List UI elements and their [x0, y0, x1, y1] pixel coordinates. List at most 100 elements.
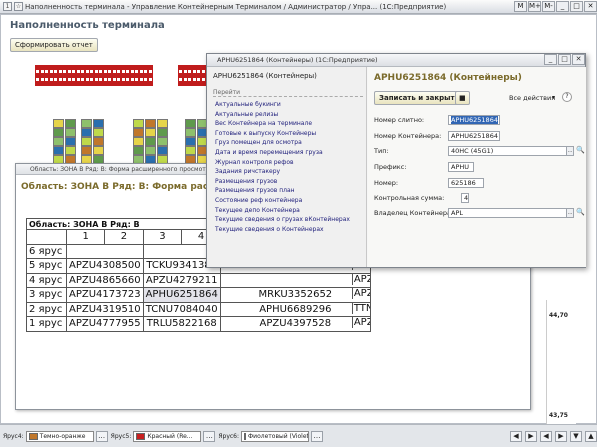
nav-link[interactable]: Текущее депо Контейнера — [215, 207, 300, 214]
chevron-down-icon[interactable]: ▼ — [570, 430, 582, 442]
slot-cell — [53, 137, 64, 146]
legend-prefix: Ярус5: — [110, 432, 132, 440]
slot-cell — [133, 128, 144, 137]
right-values-column: 44,70 43,75 — [546, 300, 576, 425]
nav-link[interactable]: Состояние реф контейнера — [215, 197, 302, 204]
minimize-button[interactable]: _ — [556, 1, 569, 12]
field-label: Номер Контейнера: — [374, 132, 442, 140]
container-cell[interactable]: TTN — [351, 302, 369, 314]
container-cell[interactable]: APHU6251864 — [142, 287, 221, 303]
color-select[interactable]: Красный (Re... — [133, 430, 202, 442]
slot-cell — [65, 119, 76, 128]
select-button[interactable]: … — [311, 430, 324, 442]
field-input[interactable]: 40HC (45G1) — [448, 146, 574, 156]
slot-cell — [65, 128, 76, 137]
field-input[interactable]: APHU6251864 — [448, 115, 500, 125]
close-button[interactable]: ✕ — [584, 1, 597, 12]
close-button[interactable]: ✕ — [572, 54, 585, 65]
select-button[interactable]: ... — [566, 146, 574, 156]
select-button[interactable]: ... — [566, 208, 574, 218]
column-header: 2 — [104, 229, 144, 245]
nav-link[interactable]: Текущие сведения о грузах вКонтейнерах — [215, 216, 350, 223]
memory-minus-button[interactable]: M- — [542, 1, 555, 12]
generate-report-button[interactable]: Сформировать отчет — [10, 38, 98, 52]
star-icon[interactable]: ☆ — [14, 2, 23, 11]
chevron-down-icon[interactable]: ▾ — [552, 94, 555, 101]
search-icon[interactable]: 🔍 — [576, 146, 585, 154]
field-input[interactable]: APHU6251864 — [448, 131, 500, 141]
container-cell[interactable]: TCNU7084040 — [142, 301, 221, 317]
save-icon[interactable]: ■ — [455, 91, 470, 105]
container-cell[interactable]: APZU4308500 — [66, 258, 144, 274]
memory-plus-button[interactable]: M+ — [528, 1, 541, 12]
chevron-right-icon[interactable]: ▶ — [555, 430, 567, 442]
memory-button[interactable]: M — [514, 1, 527, 12]
container-cell[interactable]: APZU4319510 — [66, 301, 144, 317]
chevron-up-icon[interactable]: ▲ — [585, 430, 597, 442]
legend-item: Ярус4: Темно-оранже … — [3, 430, 108, 442]
nav-link[interactable]: Дата и время перемещения груза — [215, 149, 323, 156]
nav-link[interactable]: Журнал контроля рефов — [215, 159, 294, 166]
container-cell[interactable]: APZ — [351, 317, 369, 328]
nav-link[interactable]: Груз помещен для осмотра — [215, 139, 302, 146]
page-title: Наполненность терминала — [10, 20, 165, 31]
slot-cell — [185, 128, 196, 137]
container-cell[interactable]: APZU4279211 — [142, 272, 221, 288]
slot-cell — [65, 146, 76, 155]
container-window[interactable]: APHU6251864 (Контейнеры) (1С:Предприятие… — [206, 53, 586, 268]
nav-link[interactable]: Размещения грузов план — [215, 187, 295, 194]
slot-cell — [81, 119, 92, 128]
search-icon[interactable]: 🔍 — [576, 208, 585, 216]
select-button[interactable]: … — [95, 430, 108, 442]
container-cell[interactable]: TRLU5822168 — [142, 316, 221, 332]
color-label: Темно-оранже — [39, 432, 86, 440]
select-button[interactable]: … — [203, 430, 216, 442]
nav-link[interactable]: Размещения грузов — [215, 178, 277, 185]
all-actions-menu[interactable]: Все действия — [509, 94, 555, 102]
nav-link[interactable]: Вес Контейнера на терминале — [215, 120, 312, 127]
value-cell: 44,70 — [549, 312, 568, 319]
tier-label: 1 ярус — [26, 316, 67, 332]
column-header: 1 — [65, 229, 106, 245]
nav-header: APHU6251864 (Контейнеры) — [213, 72, 317, 80]
legend-prefix: Ярус4: — [3, 432, 24, 440]
status-bar: Ярус4: Темно-оранже… Ярус5: Красный (Re...…… — [0, 424, 597, 447]
field-input[interactable]: APL — [448, 208, 574, 218]
container-cell[interactable] — [66, 243, 144, 259]
field-input[interactable]: 4 — [461, 193, 469, 203]
color-select[interactable]: Темно-оранже — [25, 430, 94, 442]
slot-cell — [157, 146, 168, 155]
table-row: 3 ярус APZU4173723 APHU6251864 MRKU3352652 A… — [26, 287, 371, 303]
save-and-close-button[interactable]: Записать и закрыть — [374, 91, 464, 105]
container-cell[interactable]: APZU4173723 — [66, 287, 144, 303]
container-cell[interactable]: APZU4865660 — [66, 272, 144, 288]
nav-link[interactable]: Актуальные релизы — [215, 111, 278, 118]
slot-cell — [145, 146, 156, 155]
chevron-right-icon[interactable]: ▶ — [525, 430, 537, 442]
nav-link[interactable]: Текущие сведения о Контейнерах — [215, 226, 324, 233]
chevron-left-icon[interactable]: ◀ — [510, 430, 522, 442]
field-input[interactable]: APHU — [448, 162, 474, 172]
nav-link[interactable]: Готовые к выпуску Контейнеры — [215, 130, 316, 137]
nav-go-label: Перейти — [213, 89, 363, 97]
maximize-button[interactable]: □ — [558, 54, 571, 65]
nav-link[interactable]: Актуальные букинги — [215, 101, 281, 108]
color-select[interactable]: Фиолетовый (Violet — [241, 430, 310, 442]
color-swatch — [136, 432, 146, 440]
container-cell[interactable]: APZ — [351, 273, 369, 285]
field-input[interactable]: 625186 — [448, 178, 484, 188]
maximize-button[interactable]: □ — [570, 1, 583, 12]
nav-link[interactable]: Задания ричстакеру — [215, 168, 280, 175]
chevron-left-icon[interactable]: ◀ — [540, 430, 552, 442]
minimize-button[interactable]: _ — [544, 54, 557, 65]
slot-cell — [145, 137, 156, 146]
container-cell[interactable]: APZU4397528 — [260, 318, 332, 329]
container-cell[interactable]: MRKU3352652 — [258, 289, 332, 300]
container-cell[interactable]: APZ — [351, 288, 369, 299]
legend-item: Ярус5: Красный (Re...… — [110, 430, 216, 442]
container-cell[interactable]: APZU4777955 — [66, 316, 144, 332]
help-icon[interactable]: ? — [562, 92, 572, 102]
container-cell[interactable]: APHU6689296 — [259, 304, 331, 315]
field-label: Префикс: — [374, 163, 407, 171]
slot-cell — [185, 137, 196, 146]
